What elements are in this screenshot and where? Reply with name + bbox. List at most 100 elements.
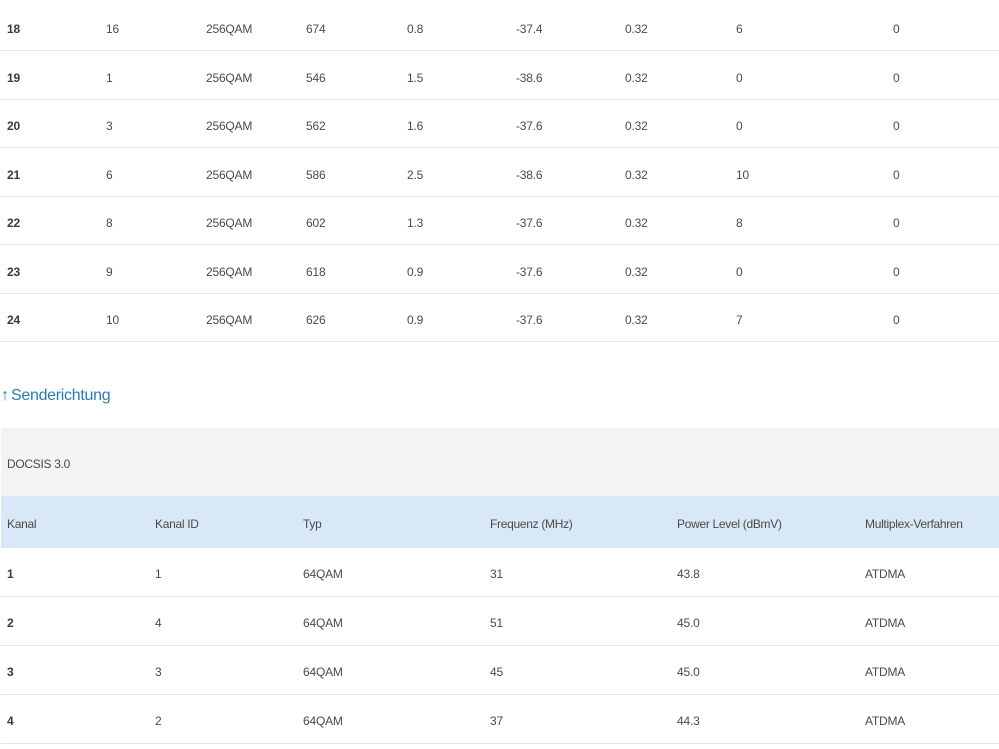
cell-typ: 256QAM: [206, 216, 253, 230]
cell-kanal: 3: [7, 665, 14, 679]
cell-korrigierbare-fehler: 6: [736, 22, 743, 36]
cell-frequenz: 626: [306, 313, 326, 327]
cell-kanal-id: 3: [155, 665, 162, 679]
upstream-section-title: Senderichtung: [11, 387, 111, 404]
cell-typ: 256QAM: [206, 22, 253, 36]
cell-power-level: 0.9: [407, 264, 424, 279]
cell-korrigierbare-fehler: 7: [736, 313, 743, 327]
cell-nicht-korrigierbare-fehler: 0: [893, 313, 900, 327]
cell-typ: 256QAM: [206, 167, 253, 182]
upstream-section-link[interactable]: ↑ Senderichtung: [0, 383, 110, 409]
cell-frequenz: 51: [490, 616, 503, 630]
header-frequenz: Frequenz (MHz): [490, 517, 573, 531]
cell-power-level: 2.5: [407, 167, 424, 182]
cell-kanal-id: 9: [106, 264, 113, 279]
cell-frequenz: 546: [306, 70, 326, 85]
cell-kanal: 4: [7, 714, 14, 728]
cell-nicht-korrigierbare-fehler: 0: [893, 216, 900, 230]
table-row: 3 3 64QAM 45 45.0 ATDMA: [1, 646, 999, 695]
cell-frequenz: 31: [490, 567, 503, 581]
cell-nicht-korrigierbare-fehler: 0: [893, 264, 900, 279]
cell-frequenz: 602: [306, 216, 326, 230]
docsis-version-bar: DOCSIS 3.0: [1, 428, 999, 496]
cell-kanal-id: 16: [106, 22, 119, 36]
cell-mse: -38.6: [516, 167, 543, 182]
table-row: 20 3 256QAM 562 1.6 -37.6 0.32 0 0: [1, 100, 999, 148]
cell-power-level: 45.0: [677, 665, 700, 679]
table-row: 19 1 256QAM 546 1.5 -38.6 0.32 0 0: [1, 52, 999, 100]
header-kanal-id: Kanal ID: [155, 517, 199, 531]
cell-frequenz: 618: [306, 264, 326, 279]
cell-kanal: 22: [7, 216, 20, 230]
cell-typ: 256QAM: [206, 119, 253, 133]
header-power-level: Power Level (dBmV): [677, 517, 782, 531]
cell-kanal-id: 4: [155, 616, 162, 630]
cell-power-level: 1.3: [407, 216, 424, 230]
cell-latenz: 0.32: [625, 216, 648, 230]
cell-nicht-korrigierbare-fehler: 0: [893, 22, 900, 36]
cell-frequenz: 674: [306, 22, 326, 36]
cell-multiplex: ATDMA: [865, 714, 906, 728]
cell-kanal-id: 2: [155, 714, 162, 728]
cell-kanal: 18: [7, 22, 20, 36]
cell-typ: 256QAM: [206, 313, 253, 327]
table-row: 4 2 64QAM 37 44.3 ATDMA: [1, 695, 999, 744]
cell-frequenz: 45: [490, 665, 503, 679]
cell-kanal: 23: [7, 264, 20, 279]
cell-typ: 256QAM: [206, 70, 253, 85]
table-row: 18 16 256QAM 674 0.8 -37.4 0.32 6 0: [1, 3, 999, 51]
cell-power-level: 1.6: [407, 119, 424, 133]
table-row: 23 9 256QAM 618 0.9 -37.6 0.32 0 0: [1, 246, 999, 294]
cell-korrigierbare-fehler: 8: [736, 216, 743, 230]
cell-multiplex: ATDMA: [865, 665, 906, 679]
cell-mse: -37.4: [516, 22, 543, 36]
cell-korrigierbare-fehler: 0: [736, 264, 743, 279]
cell-nicht-korrigierbare-fehler: 0: [893, 119, 900, 133]
cell-kanal: 20: [7, 119, 20, 133]
table-row: 24 10 256QAM 626 0.9 -37.6 0.32 7 0: [1, 294, 999, 342]
cell-latenz: 0.32: [625, 22, 648, 36]
cell-mse: -38.6: [516, 70, 543, 85]
cell-mse: -37.6: [516, 216, 543, 230]
cell-kanal: 19: [7, 70, 20, 85]
table-row: 22 8 256QAM 602 1.3 -37.6 0.32 8 0: [1, 197, 999, 245]
header-kanal: Kanal: [7, 517, 37, 531]
cell-power-level: 45.0: [677, 616, 700, 630]
cell-kanal: 24: [7, 313, 20, 327]
cell-kanal-id: 1: [106, 70, 113, 85]
cell-typ: 64QAM: [303, 567, 343, 581]
cell-nicht-korrigierbare-fehler: 0: [893, 70, 900, 85]
cell-latenz: 0.32: [625, 70, 648, 85]
cell-power-level: 43.8: [677, 567, 700, 581]
table-row: 2 4 64QAM 51 45.0 ATDMA: [1, 597, 999, 646]
cell-latenz: 0.32: [625, 119, 648, 133]
upstream-table-header: Kanal Kanal ID Typ Frequenz (MHz) Power …: [1, 496, 999, 548]
up-arrow-icon: ↑: [1, 387, 9, 404]
cell-multiplex: ATDMA: [865, 616, 906, 630]
cell-kanal-id: 1: [155, 567, 162, 581]
cell-korrigierbare-fehler: 0: [736, 70, 743, 85]
cell-multiplex: ATDMA: [865, 567, 906, 581]
cell-typ: 64QAM: [303, 665, 343, 679]
table-row: 1 1 64QAM 31 43.8 ATDMA: [1, 548, 999, 597]
cell-typ: 64QAM: [303, 714, 343, 728]
cell-kanal: 1: [7, 567, 14, 581]
cell-typ: 64QAM: [303, 616, 343, 630]
table-row: 21 6 256QAM 586 2.5 -38.6 0.32 10 0: [1, 149, 999, 197]
cell-kanal-id: 6: [106, 167, 113, 182]
header-typ: Typ: [303, 517, 322, 531]
cell-kanal-id: 3: [106, 119, 113, 133]
cell-power-level: 0.8: [407, 22, 424, 36]
cell-mse: -37.6: [516, 119, 543, 133]
cell-typ: 256QAM: [206, 264, 253, 279]
cell-kanal: 21: [7, 167, 20, 182]
cell-kanal-id: 10: [106, 313, 119, 327]
cell-power-level: 44.3: [677, 714, 700, 728]
cell-frequenz: 586: [306, 167, 326, 182]
cell-mse: -37.6: [516, 264, 543, 279]
cell-power-level: 1.5: [407, 70, 424, 85]
cell-nicht-korrigierbare-fehler: 0: [893, 167, 900, 182]
docsis-version-label: DOCSIS 3.0: [7, 457, 71, 471]
cell-kanal-id: 8: [106, 216, 113, 230]
cell-korrigierbare-fehler: 10: [736, 167, 749, 182]
